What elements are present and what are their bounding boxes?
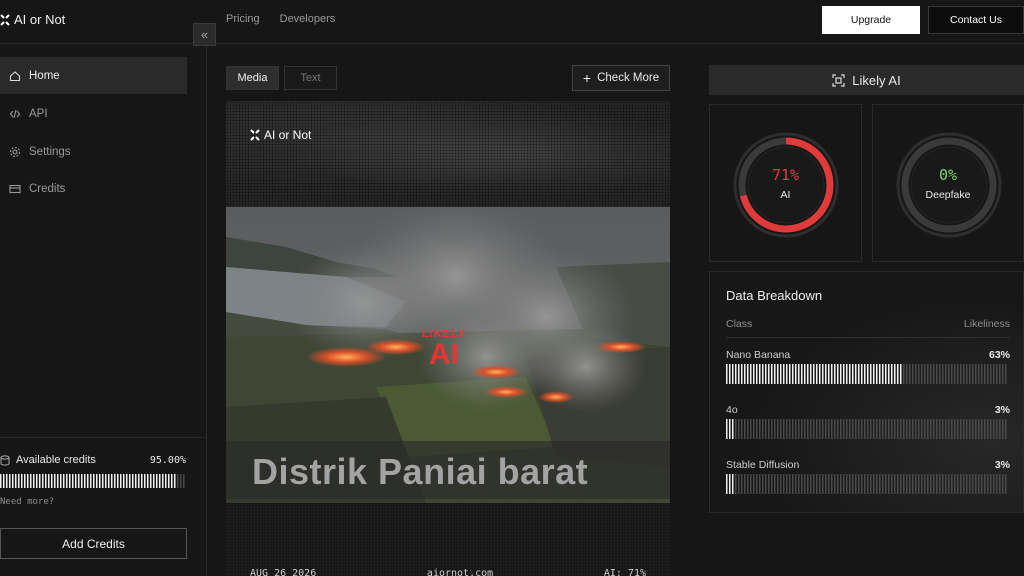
deepfake-gauge-value: 0% [938,166,958,184]
card-icon [9,184,21,193]
row-class: Stable Diffusion [726,459,800,471]
nav-pricing[interactable]: Pricing [226,13,260,25]
breakdown-row: 4o 3% [726,404,1010,439]
nav-developers[interactable]: Developers [280,13,336,25]
tab-text[interactable]: Text [284,66,337,90]
sidebar: Home API Settings Credits Available cred… [0,45,207,576]
col-likeliness: Likeliness [963,318,1010,330]
deepfake-gauge-ring [896,132,1002,238]
col-class: Class [726,318,753,330]
breakdown-header: Class Likeliness [726,318,1010,338]
ai-gauge-value: 71% [771,166,800,184]
gear-icon [9,146,21,157]
sidebar-item-label: Home [29,69,60,82]
data-breakdown-panel: Data Breakdown Class Likeliness Nano Ban… [709,271,1024,513]
coins-icon [0,454,10,465]
footer-date: AUG 26 2026 [250,568,317,576]
likeliness-bar [726,364,1007,384]
credits-value: 95.00% [149,454,186,466]
row-value: 63% [988,349,1010,361]
contact-us-button[interactable]: Contact Us [928,6,1024,34]
likeliness-bar [726,474,1007,494]
scan-icon [832,73,845,87]
brand-name: AI or Not [14,12,66,27]
top-nav: Pricing Developers [226,13,335,25]
breakdown-row: Nano Banana 63% [726,349,1010,384]
ai-gauge-ring [733,132,839,238]
media-footer-texture [226,503,670,576]
media-preview: AI or Not Distrik Paniai barat LIKELY AI… [226,101,670,576]
credits-panel: Available credits 95.00% Need more? Add … [0,437,207,576]
breakdown-row: Stable Diffusion 3% [726,459,1010,494]
sidebar-item-label: Settings [29,145,71,158]
double-chevron-left-icon: « [200,27,209,42]
footer-score: AI: 71% [603,568,646,576]
row-value: 3% [994,459,1010,471]
media-footer: AUG 26 2026 aiornot.com AI: 71% [250,568,646,576]
tab-media[interactable]: Media [226,66,279,90]
credits-progress-bar [0,474,185,488]
verdict-label: Likely AI [852,72,901,88]
sidebar-item-label: API [29,107,48,120]
sidebar-item-credits[interactable]: Credits [0,170,187,207]
deepfake-gauge-label: Deepfake [925,189,971,201]
ai-gauge-card: 71% AI [709,104,862,262]
sidebar-item-settings[interactable]: Settings [0,133,187,170]
stamp-line-2: AI [429,338,459,371]
image-caption: Distrik Paniai barat [252,451,589,492]
likeliness-bar [726,419,1007,439]
collapse-sidebar-button[interactable]: « [193,23,216,46]
brand-mark-icon [0,13,10,26]
credits-row: Available credits 95.00% [0,454,186,466]
footer-site: aiornot.com [426,568,494,576]
credits-label: Available credits [16,454,96,466]
deepfake-gauge-card: 0% Deepfake [872,104,1024,262]
need-more-link[interactable]: Need more? [0,497,54,507]
sidebar-item-home[interactable]: Home [0,57,187,94]
code-icon [9,109,21,118]
top-bar: AI or Not Pricing Developers Upgrade Con… [0,0,1024,44]
overlay-brand: AI or Not [250,128,311,142]
overlay-brand-name: AI or Not [264,128,312,142]
media-header-texture [226,101,670,207]
upgrade-button[interactable]: Upgrade [822,6,920,34]
check-more-button[interactable]: + Check More [572,65,670,91]
brand-logo[interactable]: AI or Not [0,12,65,27]
breakdown-title: Data Breakdown [726,288,823,303]
row-class: Nano Banana [726,349,791,361]
brand-mark-icon [250,129,260,141]
row-class: 4o [726,404,738,416]
add-credits-button[interactable]: Add Credits [0,528,187,559]
home-icon [9,70,21,81]
row-value: 3% [994,404,1010,416]
ai-gauge-label: AI [780,189,791,201]
plus-icon: + [582,70,592,86]
sidebar-item-api[interactable]: API [0,95,187,132]
check-more-label: Check More [597,72,660,84]
sidebar-item-label: Credits [29,182,66,195]
verdict-banner: Likely AI [709,65,1024,95]
credits-label-group: Available credits [0,454,96,466]
likely-ai-stamp: LIKELY AI [408,329,480,377]
